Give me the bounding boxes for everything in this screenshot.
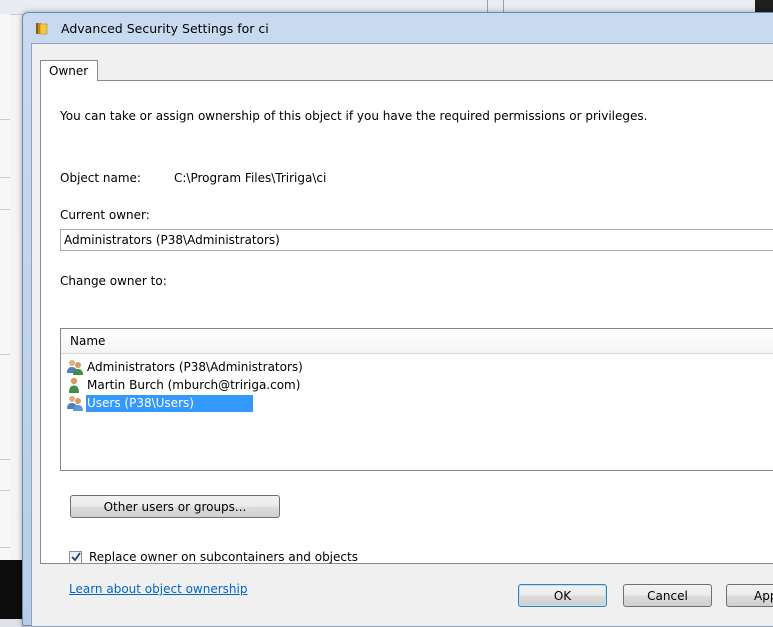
ok-button[interactable]: OK <box>518 584 607 607</box>
list-column-header-name[interactable]: Name <box>61 329 773 354</box>
group-icon <box>67 396 83 411</box>
owner-tab-panel: You can take or assign ownership of this… <box>40 80 773 596</box>
learn-about-ownership-link[interactable]: Learn about object ownership <box>69 582 247 596</box>
object-name-label: Object name: <box>60 171 141 185</box>
column-header-label: Name <box>70 334 106 348</box>
user-icon <box>69 377 79 393</box>
title-bar[interactable]: Advanced Security Settings for ci <box>23 13 773 43</box>
folder-icon <box>36 23 48 35</box>
background-row-line <box>0 354 10 355</box>
dialog-client-area: Owner You can take or assign ownership o… <box>31 43 773 627</box>
window-title: Advanced Security Settings for ci <box>61 21 269 36</box>
other-users-or-groups-button[interactable]: Other users or groups... <box>70 495 280 518</box>
replace-owner-checkbox[interactable] <box>69 551 82 564</box>
background-row-line <box>0 119 10 120</box>
object-name-value: C:\Program Files\Tririga\ci <box>174 171 327 185</box>
checkmark-icon <box>71 552 81 562</box>
intro-text: You can take or assign ownership of this… <box>60 109 648 123</box>
current-owner-value: Administrators (P38\Administrators) <box>64 233 280 247</box>
tab-owner[interactable]: Owner <box>40 60 98 81</box>
group-icon <box>67 360 83 375</box>
cancel-button[interactable]: Cancel <box>623 584 712 607</box>
background-row-line <box>0 490 10 491</box>
background-row-line <box>0 547 10 548</box>
list-item-label: Administrators (P38\Administrators) <box>87 360 303 374</box>
apply-button[interactable]: App <box>726 584 773 607</box>
background-taskbar-fragment <box>0 560 24 619</box>
list-item-label: Martin Burch (mburch@tririga.com) <box>87 378 301 392</box>
tab-owner-label: Owner <box>49 64 89 78</box>
owner-list[interactable]: Name Administrators (P38\Administrators) <box>60 328 773 471</box>
list-item-label: Users (P38\Users) <box>86 395 253 412</box>
current-owner-field[interactable]: Administrators (P38\Administrators) <box>60 229 773 251</box>
change-owner-label: Change owner to: <box>60 274 167 288</box>
current-owner-label: Current owner: <box>60 208 150 222</box>
background-row-line <box>0 459 10 460</box>
background-row-line <box>0 177 10 178</box>
advanced-security-dialog: Advanced Security Settings for ci Owner … <box>22 12 773 627</box>
replace-owner-label[interactable]: Replace owner on subcontainers and objec… <box>89 550 358 564</box>
background-row-line <box>0 209 10 210</box>
background-left-panel <box>0 14 10 574</box>
